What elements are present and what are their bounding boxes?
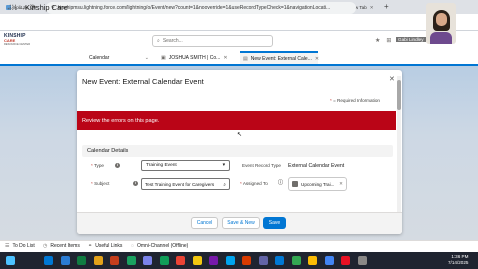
nav-item-calendar[interactable]: Calendar ⌄: [86, 51, 152, 64]
address-row: [0, 14, 478, 31]
taskbar-app-icon[interactable]: [242, 256, 251, 265]
save-button[interactable]: Save: [263, 217, 286, 229]
omni-channel-icon: ◌: [131, 243, 134, 249]
error-banner: Review the errors on this page.: [77, 111, 396, 130]
taskbar-app-icon[interactable]: [225, 256, 235, 265]
search-placeholder: Search...: [162, 38, 183, 44]
windows-taskbar: [0, 252, 478, 269]
clock-icon: ◷: [43, 243, 48, 249]
tab-joshua-smith[interactable]: ▣ JOSHUA SMITH | Co... ✕: [158, 51, 238, 64]
header-icons: ★ ⊞: [375, 37, 391, 44]
list-icon: ☰: [5, 243, 10, 249]
chevron-down-icon[interactable]: ⌄: [145, 55, 149, 61]
close-icon[interactable]: ✕: [223, 55, 227, 61]
favorites-star-icon[interactable]: ★: [375, 37, 380, 44]
url-bar[interactable]: ⚲ kinshipmsu.lightning.force.com/lightni…: [46, 2, 356, 14]
utility-links[interactable]: ⚭ Useful Links: [88, 243, 122, 249]
modal-title: New Event: External Calendar Event: [82, 77, 204, 86]
app-launcher-icon[interactable]: ⁝⁝⁝: [9, 3, 17, 12]
close-icon[interactable]: ✕: [389, 75, 395, 83]
assigned-to-label: * Assigned To: [240, 181, 268, 186]
taskbar-app-icon[interactable]: [192, 256, 202, 265]
taskbar-app-icon[interactable]: [126, 256, 136, 265]
record-type-value: External Calendar Event: [288, 163, 345, 169]
chevron-down-icon: ▾: [222, 163, 225, 168]
taskbar-app-icon[interactable]: [159, 256, 169, 265]
url-text: kinshipmsu.lightning.force.com/lightning…: [57, 5, 331, 11]
utility-omni-channel[interactable]: ◌ Omni-Channel (Offline): [131, 243, 188, 249]
close-icon[interactable]: ✕: [370, 5, 374, 11]
section-header-calendar-details[interactable]: Calendar Details: [82, 145, 393, 157]
utility-todo[interactable]: ☰ To Do List: [5, 243, 35, 249]
close-icon[interactable]: ✕: [315, 56, 319, 62]
taskbar-app-icon[interactable]: [93, 256, 103, 265]
taskbar-app-icon[interactable]: [77, 256, 86, 265]
taskbar-app-icon[interactable]: [44, 256, 53, 265]
new-tab-button[interactable]: +: [384, 2, 389, 11]
subject-label: * Subject: [91, 181, 110, 186]
app-name: Kinship Care: [25, 3, 68, 12]
subject-input[interactable]: Test Training Event for Caregivers ⌕: [141, 178, 230, 190]
search-icon: ⌕: [223, 181, 226, 187]
link-icon: ⚭: [88, 243, 93, 249]
contact-icon: ▣: [161, 54, 166, 61]
required-info: * = Required Information: [330, 98, 380, 103]
modal-scrollbar-thumb[interactable]: [397, 80, 401, 110]
assigned-to-pill[interactable]: Upcoming Trai... ✕: [288, 177, 347, 191]
help-icon[interactable]: i: [115, 163, 120, 168]
event-icon: ▤: [243, 55, 248, 62]
help-icon[interactable]: i: [133, 181, 138, 186]
taskbar-app-icon[interactable]: [275, 256, 284, 265]
cancel-button[interactable]: Cancel: [191, 217, 218, 229]
taskbar-app-icon[interactable]: [176, 256, 185, 265]
save-and-new-button[interactable]: Save & New: [222, 217, 260, 229]
taskbar-app-icon[interactable]: [341, 256, 350, 265]
app-nav-bar: [0, 51, 478, 66]
webcam-name-label: Gabi Lindley: [396, 37, 426, 42]
taskbar-app-icon[interactable]: [209, 256, 218, 265]
remove-icon[interactable]: ✕: [339, 181, 343, 187]
start-icon[interactable]: [6, 256, 15, 265]
taskbar-app-icon[interactable]: [357, 256, 367, 265]
help-icon[interactable]: ⓘ: [278, 181, 283, 186]
taskbar-app-icon[interactable]: [143, 256, 152, 265]
tab-new-event[interactable]: ▤ New Event: External Cale... ✕: [240, 51, 319, 64]
calendar-icon: [292, 181, 298, 187]
taskbar-app-icon[interactable]: [308, 256, 317, 265]
global-search-input[interactable]: ⌕ Search...: [152, 35, 273, 47]
mouse-cursor-icon: ↖: [237, 132, 243, 138]
taskbar-app-icon[interactable]: [60, 256, 70, 265]
system-clock[interactable]: 1:36 PM 7/14/2025: [448, 254, 468, 266]
taskbar-app-icon[interactable]: [324, 256, 334, 265]
kinship-care-logo: KINSHIP CARE RESOURCE CENTER: [4, 33, 31, 47]
search-icon: ⌕: [157, 38, 160, 44]
taskbar-app-icon[interactable]: [110, 256, 119, 265]
record-type-label: Event Record Type: [242, 163, 281, 168]
taskbar-app-icon[interactable]: [258, 256, 268, 265]
webcam-overlay: [426, 3, 456, 44]
taskbar-app-icon[interactable]: [291, 256, 301, 265]
type-label: * Type: [91, 163, 104, 168]
add-icon[interactable]: ⊞: [386, 37, 391, 44]
type-select[interactable]: Training Event ▾: [141, 160, 230, 171]
utility-recent[interactable]: ◷ Recent Items: [43, 243, 80, 249]
